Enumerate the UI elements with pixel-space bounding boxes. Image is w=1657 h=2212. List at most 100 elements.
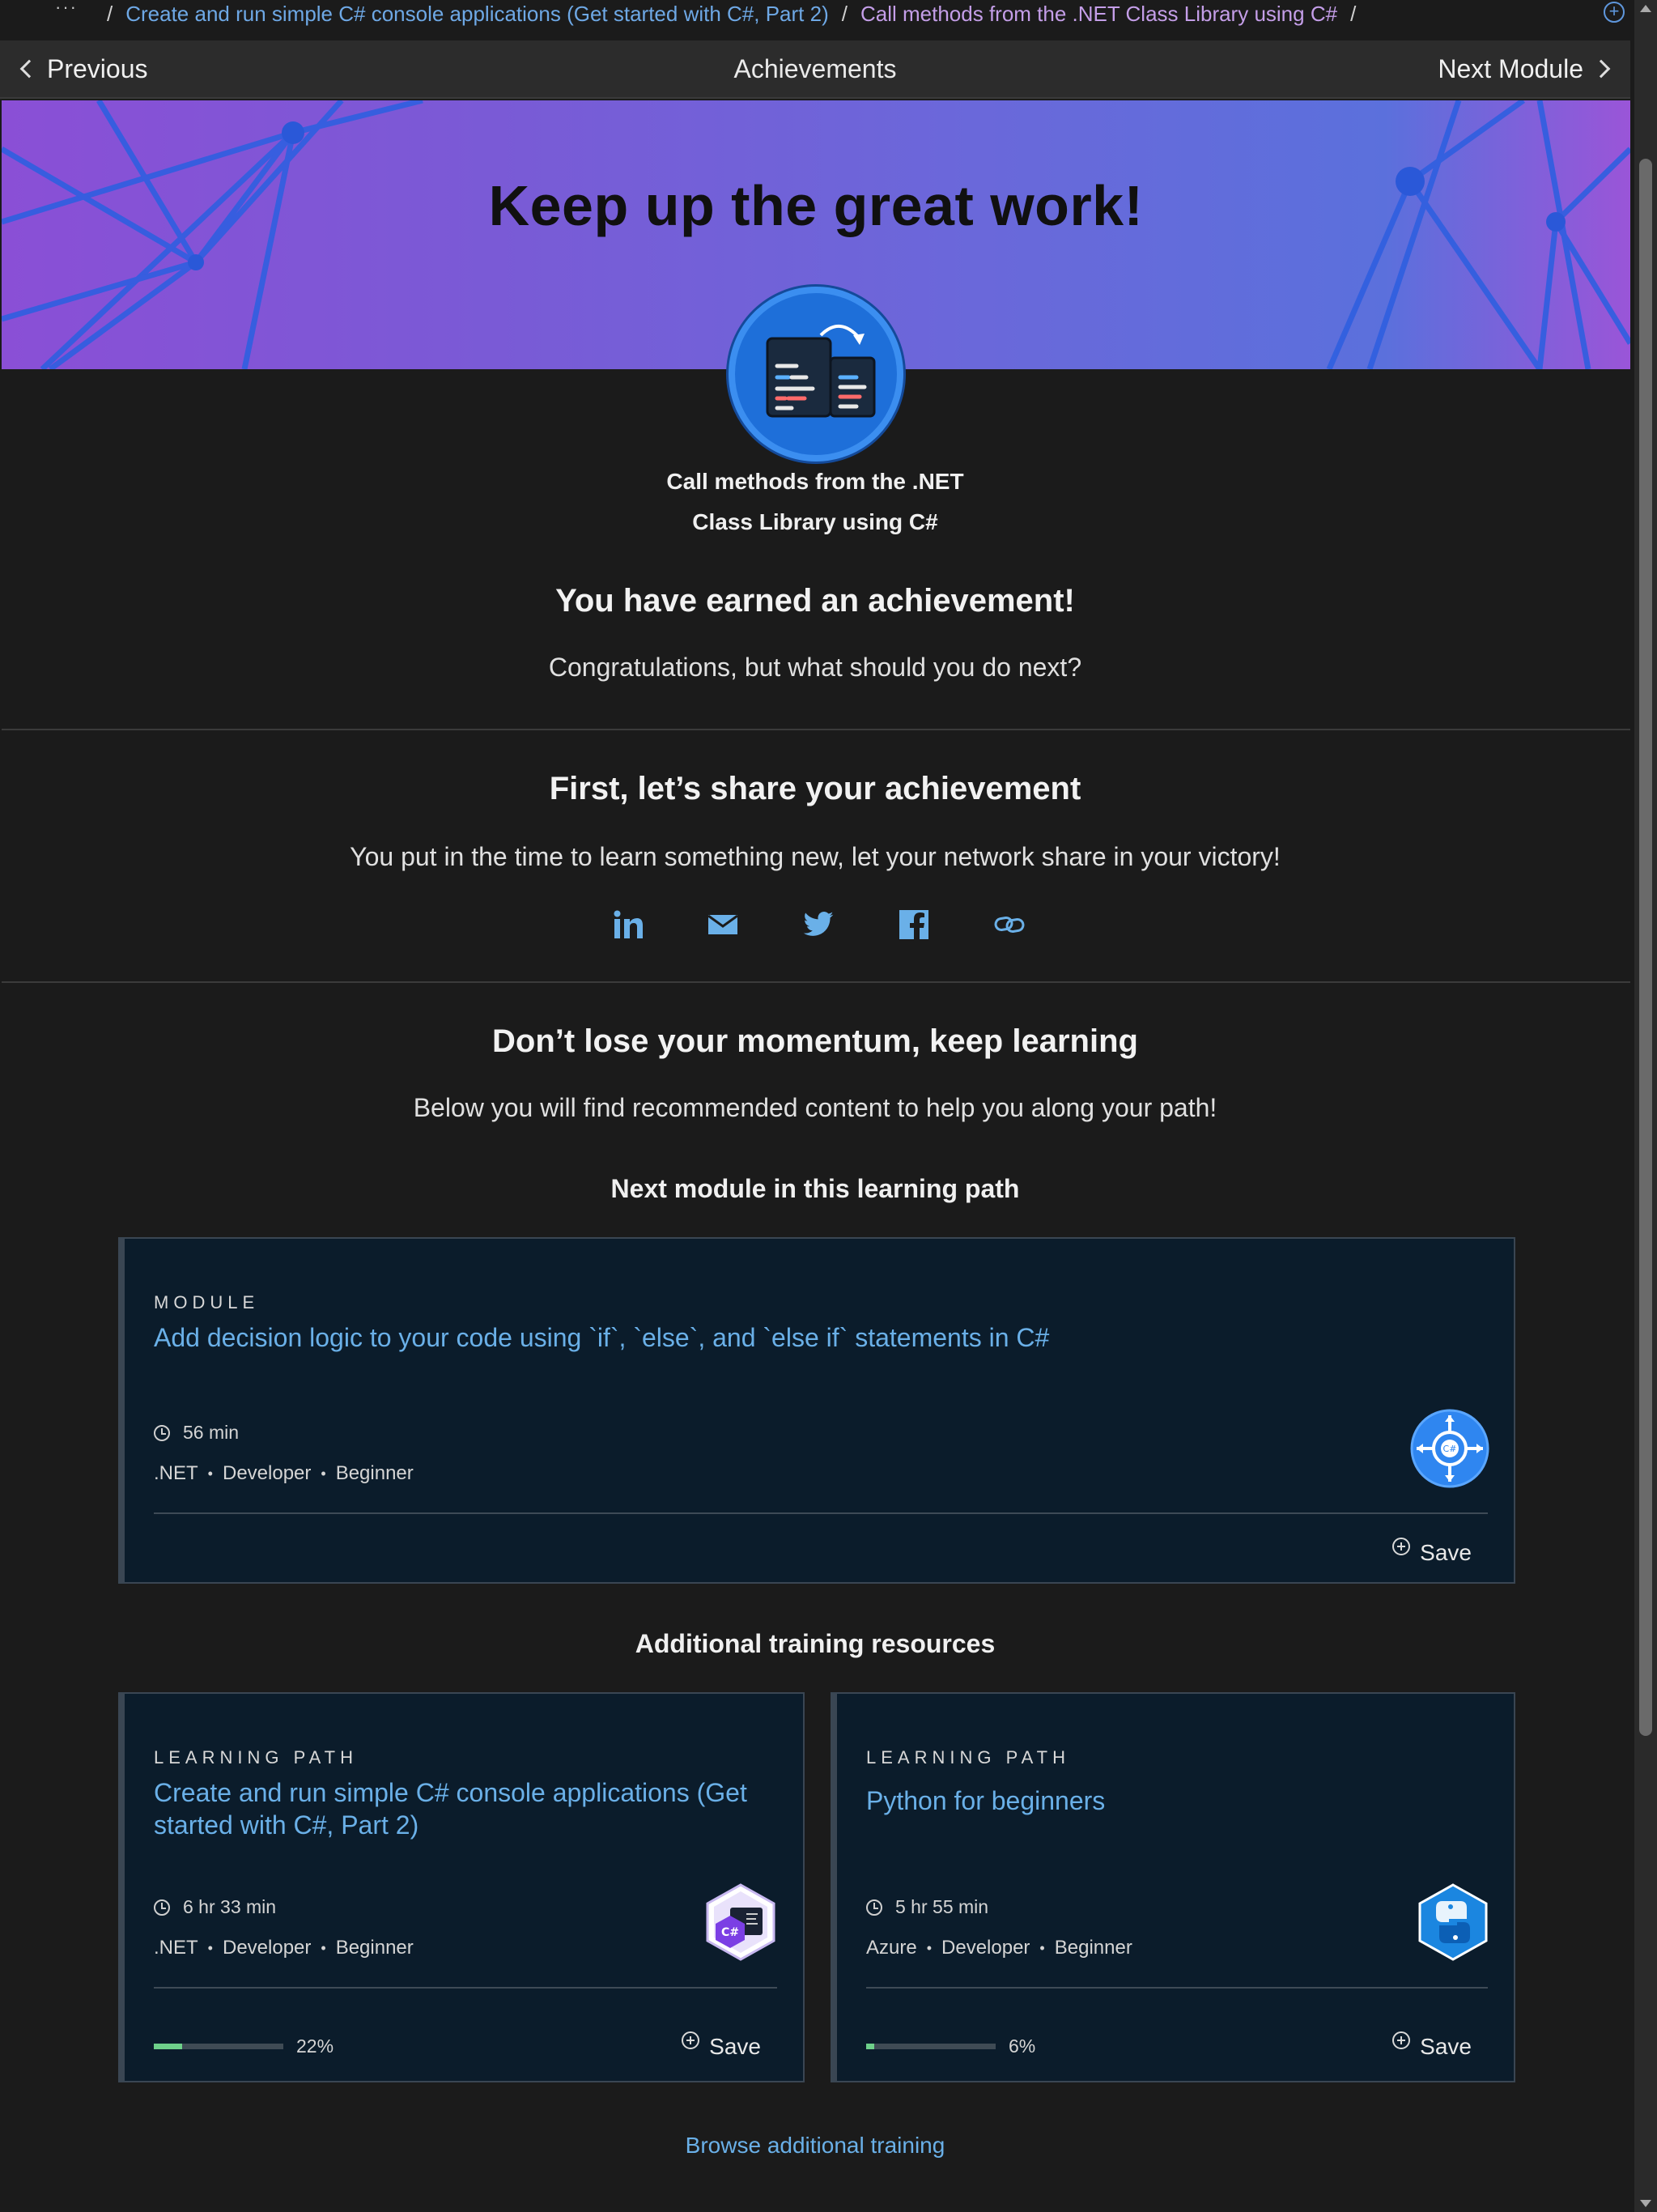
facebook-icon[interactable] bbox=[898, 908, 930, 941]
clock-icon bbox=[154, 1424, 170, 1441]
csharp-decision-icon: C# bbox=[1410, 1409, 1489, 1492]
clock-icon bbox=[866, 1899, 882, 1916]
email-icon[interactable] bbox=[707, 908, 739, 941]
linkedin-icon[interactable] bbox=[611, 908, 644, 941]
tag: Developer bbox=[222, 1462, 312, 1484]
breadcrumb-current-module[interactable]: Call methods from the .NET Class Library… bbox=[860, 2, 1337, 27]
share-heading: First, let’s share your achievement bbox=[549, 771, 1081, 806]
card-kind: LEARNING PATH bbox=[154, 1747, 358, 1767]
save-button[interactable]: Save bbox=[1392, 1538, 1472, 1566]
card-divider bbox=[154, 1987, 777, 1989]
breadcrumb-separator: / bbox=[841, 1, 848, 26]
congrats-text: Congratulations, but what should you do … bbox=[548, 653, 1082, 682]
card-tags: .NET • Developer • Beginner bbox=[154, 1462, 414, 1485]
tag: Beginner bbox=[335, 1937, 414, 1959]
tag: .NET bbox=[154, 1462, 198, 1484]
tag-separator: • bbox=[207, 1465, 213, 1482]
divider bbox=[2, 729, 1630, 730]
card-title-link[interactable]: Create and run simple C# console applica… bbox=[154, 1776, 754, 1841]
page-title: Achievements bbox=[733, 53, 897, 83]
chevron-left-icon bbox=[19, 59, 39, 79]
browse-training-link[interactable]: Browse additional training bbox=[0, 2133, 1630, 2159]
learning-path-card[interactable]: LEARNING PATH Create and run simple C# c… bbox=[118, 1692, 805, 2082]
card-title-link[interactable]: Python for beginners bbox=[866, 1784, 1465, 1817]
breadcrumb-separator: / bbox=[106, 1, 113, 26]
additional-resources-heading: Additional training resources bbox=[635, 1629, 996, 1658]
next-module-heading: Next module in this learning path bbox=[610, 1174, 1020, 1203]
module-name: Call methods from the .NET Class Library… bbox=[0, 462, 1630, 542]
tag-separator: • bbox=[321, 1939, 326, 1956]
card-duration: 6 hr 33 min bbox=[154, 1896, 276, 1918]
card-duration: 5 hr 55 min bbox=[866, 1896, 988, 1918]
module-name-line1: Call methods from the .NET bbox=[666, 469, 964, 494]
module-badge-icon bbox=[729, 287, 903, 462]
breadcrumb: ··· / Create and run simple C# console a… bbox=[0, 0, 1630, 28]
progress-text: 22% bbox=[296, 2035, 334, 2057]
progress-text: 6% bbox=[1009, 2035, 1036, 2057]
momentum-heading: Don’t lose your momentum, keep learning bbox=[492, 1023, 1138, 1059]
twitter-icon[interactable] bbox=[802, 908, 835, 941]
module-navigation-bar: Previous Achievements Next Module bbox=[0, 40, 1630, 99]
add-icon bbox=[1392, 1538, 1411, 1555]
breadcrumb-ellipsis[interactable]: ··· bbox=[55, 0, 78, 18]
divider bbox=[2, 981, 1630, 983]
progress-fill bbox=[154, 2044, 183, 2049]
link-icon[interactable] bbox=[993, 908, 1026, 941]
add-icon bbox=[682, 2031, 700, 2049]
scrollbar-thumb[interactable] bbox=[1639, 159, 1652, 1736]
tag-separator: • bbox=[207, 1939, 213, 1956]
card-duration: 56 min bbox=[154, 1422, 239, 1444]
tag: Beginner bbox=[1054, 1937, 1132, 1959]
chevron-right-icon bbox=[1591, 59, 1611, 79]
module-name-line2: Class Library using C# bbox=[692, 509, 938, 534]
progress: 6% bbox=[866, 2035, 1035, 2057]
card-kind: LEARNING PATH bbox=[866, 1747, 1070, 1767]
svg-text:C#: C# bbox=[1443, 1444, 1457, 1454]
tag: Developer bbox=[222, 1937, 312, 1959]
duration-text: 6 hr 33 min bbox=[183, 1896, 277, 1917]
tag-separator: • bbox=[321, 1465, 326, 1482]
card-kind: MODULE bbox=[154, 1292, 260, 1312]
breadcrumb-learning-path-link[interactable]: Create and run simple C# console applica… bbox=[125, 2, 829, 27]
next-module-card[interactable]: MODULE Add decision logic to your code u… bbox=[118, 1237, 1515, 1584]
add-icon[interactable]: + bbox=[1604, 2, 1625, 23]
card-title-link[interactable]: Add decision logic to your code using `i… bbox=[154, 1321, 1465, 1354]
tag-separator: • bbox=[926, 1939, 933, 1956]
next-module-label: Next Module bbox=[1438, 53, 1583, 83]
clock-icon bbox=[154, 1899, 170, 1916]
next-module-button[interactable]: Next Module bbox=[1438, 53, 1611, 84]
csharp-path-icon: C# bbox=[706, 1883, 775, 1965]
scrollbar[interactable] bbox=[1634, 0, 1657, 2212]
previous-button[interactable]: Previous bbox=[19, 53, 148, 84]
share-subtitle: You put in the time to learn something n… bbox=[350, 842, 1281, 871]
progress: 22% bbox=[154, 2035, 334, 2057]
save-button[interactable]: Save bbox=[1392, 2031, 1472, 2060]
card-tags: Azure • Developer • Beginner bbox=[866, 1937, 1132, 1959]
tag-separator: • bbox=[1039, 1939, 1045, 1956]
scroll-up-icon[interactable] bbox=[1640, 5, 1651, 12]
save-button[interactable]: Save bbox=[682, 2031, 761, 2060]
card-tags: .NET • Developer • Beginner bbox=[154, 1937, 414, 1959]
learning-path-card[interactable]: LEARNING PATH Python for beginners 5 hr … bbox=[831, 1692, 1515, 2082]
scroll-down-icon[interactable] bbox=[1640, 2200, 1651, 2207]
tag: Azure bbox=[866, 1937, 917, 1959]
python-path-icon bbox=[1418, 1883, 1488, 1965]
add-icon bbox=[1392, 2031, 1411, 2049]
card-divider bbox=[154, 1512, 1488, 1514]
tag: .NET bbox=[154, 1937, 198, 1959]
breadcrumb-separator: / bbox=[1350, 1, 1357, 26]
card-divider bbox=[866, 1987, 1488, 1989]
share-icons bbox=[0, 908, 1630, 941]
progress-bar bbox=[866, 2044, 996, 2049]
banner-heading: Keep up the great work! bbox=[488, 174, 1144, 237]
svg-text:C#: C# bbox=[721, 1926, 739, 1939]
progress-fill bbox=[866, 2044, 874, 2049]
save-label: Save bbox=[709, 2034, 761, 2059]
previous-label: Previous bbox=[47, 53, 148, 83]
momentum-subtitle: Below you will find recommended content … bbox=[413, 1093, 1217, 1122]
duration-text: 5 hr 55 min bbox=[895, 1896, 989, 1917]
save-label: Save bbox=[1420, 2034, 1472, 2059]
earned-heading: You have earned an achievement! bbox=[555, 583, 1075, 619]
tag: Developer bbox=[941, 1937, 1030, 1959]
tag: Beginner bbox=[335, 1462, 414, 1484]
